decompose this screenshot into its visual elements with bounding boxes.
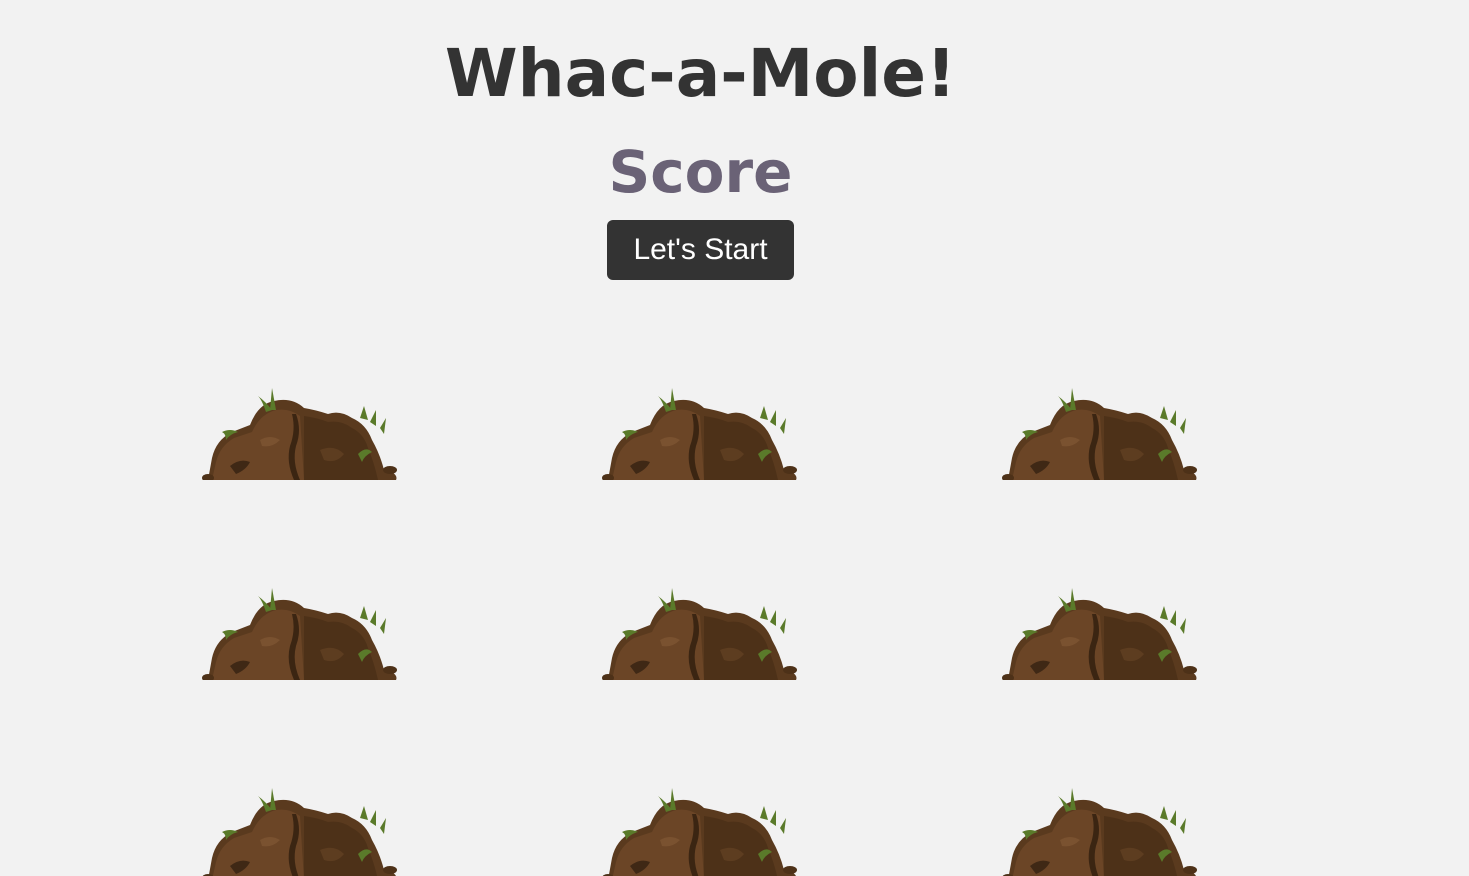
dirt-mound-icon <box>202 388 397 480</box>
mole-hole[interactable] <box>1000 370 1200 480</box>
mole-hole[interactable] <box>600 570 800 680</box>
mole-board <box>0 0 1469 876</box>
mole-hole[interactable] <box>1000 570 1200 680</box>
dirt-mound-icon <box>1002 388 1197 480</box>
mole-hole[interactable] <box>200 570 400 680</box>
dirt-mound-icon <box>202 788 397 876</box>
mole-hole[interactable] <box>200 770 400 876</box>
mole-hole[interactable] <box>600 770 800 876</box>
dirt-mound-icon <box>1002 588 1197 680</box>
mole-hole[interactable] <box>600 370 800 480</box>
dirt-mound-icon <box>1002 788 1197 876</box>
dirt-mound-icon <box>202 588 397 680</box>
mole-hole[interactable] <box>200 370 400 480</box>
dirt-mound-icon <box>602 588 797 680</box>
mole-hole[interactable] <box>1000 770 1200 876</box>
dirt-mound-icon <box>602 388 797 480</box>
dirt-mound-icon <box>602 788 797 876</box>
